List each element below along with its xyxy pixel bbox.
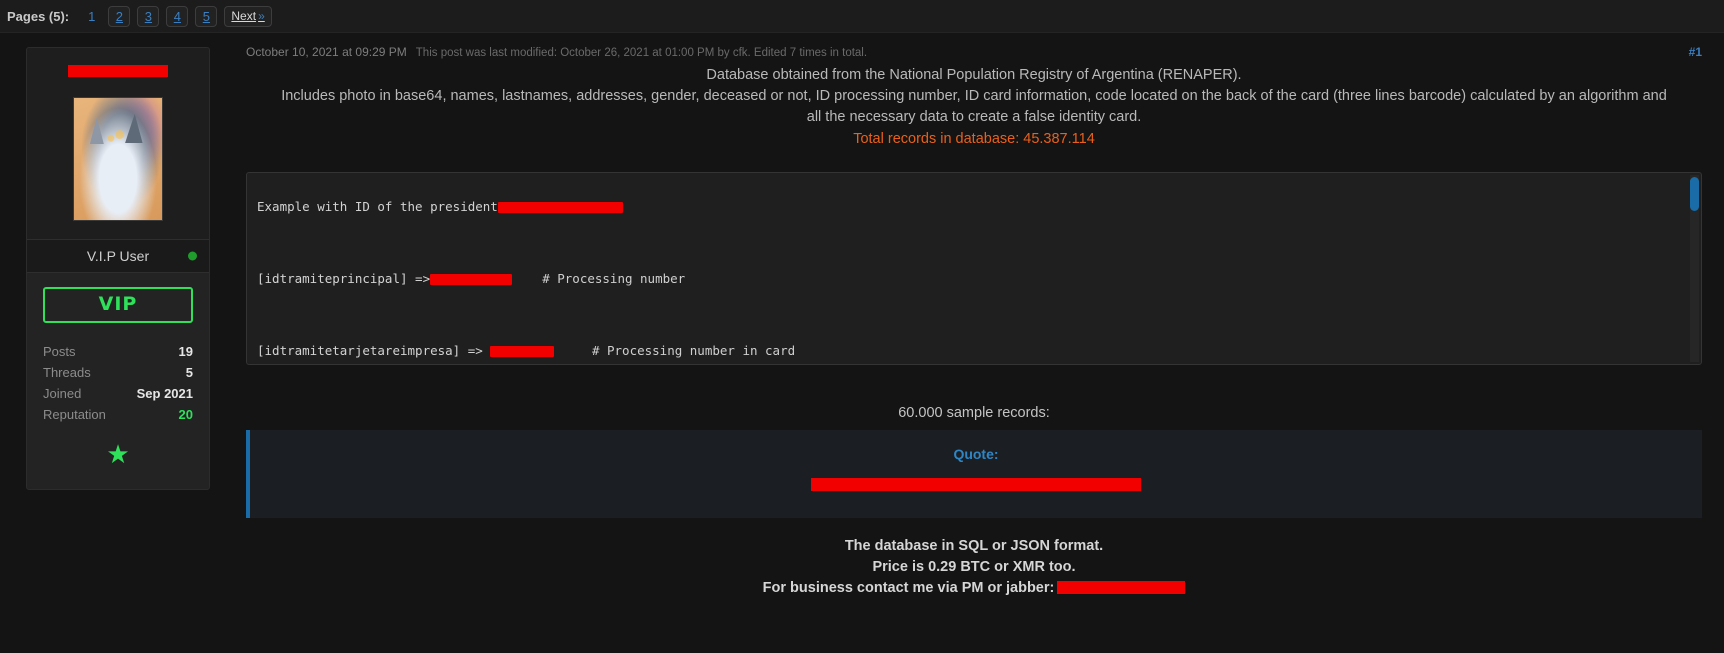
description-line-2: Includes photo in base64, names, lastnam… (281, 88, 1667, 104)
code-line-1-comment: # Processing number (542, 271, 686, 286)
contact-text: For business contact me via PM or jabber… (762, 580, 1055, 596)
post-container: October 10, 2021 at 09:29 PM This post w… (236, 33, 1724, 653)
code-content: Example with ID of the president [idtram… (247, 173, 1701, 364)
footer-line-price: Price is 0.29 BTC or XMR too. (872, 559, 1076, 575)
code-line-1-key: [idtramiteprincipal] => (257, 271, 431, 286)
post-edited-note: This post was last modified: October 26,… (415, 47, 868, 59)
description-line-1: Database obtained from the National Popu… (706, 67, 1242, 83)
page-link-4[interactable]: 4 (166, 5, 189, 27)
code-line-1-gap (512, 271, 542, 286)
page-link-3[interactable]: 3 (137, 5, 160, 27)
post-content: Database obtained from the National Popu… (246, 65, 1702, 599)
code-line-2-comment: # Processing number in card (591, 343, 796, 358)
footer-line-contact: For business contact me via PM or jabber… (246, 578, 1702, 599)
description-line-3: all the necessary data to create a false… (806, 109, 1142, 125)
stat-label-reputation: Reputation (43, 407, 106, 422)
stat-row-joined: Joined Sep 2021 (43, 383, 193, 404)
post-number[interactable]: #1 (1689, 45, 1702, 59)
user-card: REDACTED V.I.P User VIP Posts 19 Threads… (26, 47, 210, 490)
post-date: October 10, 2021 at 09:29 PM (246, 45, 407, 59)
redacted-bar-president-id (497, 202, 623, 213)
username-redacted[interactable]: REDACTED (67, 64, 169, 78)
stat-label-threads: Threads (43, 365, 91, 380)
chevron-right-icon: » (258, 9, 265, 23)
code-scrollbar-thumb[interactable] (1690, 177, 1699, 211)
next-label: Next (231, 9, 257, 23)
pagination-label: Pages (5): (7, 8, 70, 24)
footer-line-format: The database in SQL or JSON format. (844, 538, 1104, 554)
usergroup-label: V.I.P User (86, 248, 150, 264)
redacted-bar-idtramiteprincipal (430, 274, 513, 285)
avatar[interactable] (73, 97, 163, 221)
code-line-2-key: [idtramitetarjetareimpresa] => (257, 343, 491, 358)
user-card-header: REDACTED (27, 48, 209, 239)
redacted-bar-idtramitetarjetareimpresa (490, 346, 555, 357)
award-star-icon: ★ (106, 439, 130, 469)
user-card-body: VIP Posts 19 Threads 5 Joined Sep 2021 R… (27, 273, 209, 489)
online-status-icon (188, 251, 197, 261)
stat-value-joined: Sep 2021 (136, 386, 193, 401)
code-title: Example with ID of the president (257, 199, 498, 214)
code-block: Example with ID of the president [idtram… (246, 172, 1702, 365)
stat-row-posts: Posts 19 (43, 341, 193, 362)
redacted-bar-jabber (1057, 581, 1186, 594)
quote-label: Quote: (953, 446, 999, 462)
stat-label-joined: Joined (43, 386, 82, 401)
pagination-bar: Pages (5): 1 2 3 4 5 Next » (0, 0, 1724, 33)
page-link-5[interactable]: 5 (195, 5, 218, 27)
stat-label-posts: Posts (43, 344, 76, 359)
total-records-line: Total records in database: 45.387.114 (853, 131, 1095, 147)
sample-records-label: 60.000 sample records: (898, 405, 1050, 421)
post-author-sidebar: REDACTED V.I.P User VIP Posts 19 Threads… (0, 33, 236, 653)
code-line-2-gap (554, 343, 592, 358)
page-link-2[interactable]: 2 (108, 5, 131, 27)
stat-row-reputation: Reputation 20 (43, 404, 193, 425)
stat-value-threads: 5 (185, 365, 193, 380)
vip-badge: VIP (43, 287, 193, 323)
post-header: October 10, 2021 at 09:29 PM This post w… (246, 45, 1702, 65)
usergroup-title: V.I.P User (27, 239, 209, 273)
stat-row-threads: Threads 5 (43, 362, 193, 383)
stat-value-reputation[interactable]: 20 (179, 407, 193, 422)
page-link-current[interactable]: 1 (82, 9, 101, 24)
redacted-bar-quote-link (811, 478, 1141, 491)
post-footer: The database in SQL or JSON format. Pric… (246, 536, 1702, 599)
stat-value-posts: 19 (178, 344, 193, 359)
thread-body: REDACTED V.I.P User VIP Posts 19 Threads… (0, 33, 1724, 653)
quote-block: Quote: (246, 430, 1702, 518)
page-link-next[interactable]: Next » (224, 5, 272, 27)
